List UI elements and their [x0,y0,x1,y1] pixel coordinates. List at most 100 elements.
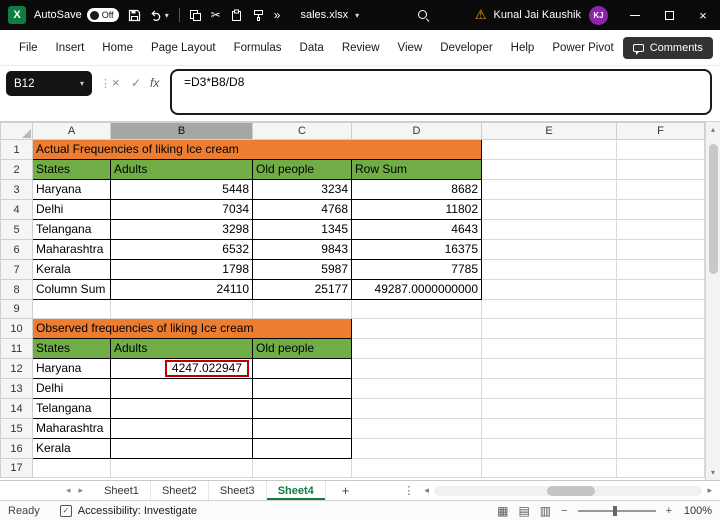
undo-icon[interactable]: ▾ [150,9,169,22]
cell-D7[interactable]: 7785 [351,259,482,280]
cell-A13[interactable]: Delhi [32,378,111,399]
cell-F2[interactable] [616,159,705,180]
cell-E8[interactable] [481,279,617,300]
ribbon-tab-data[interactable]: Data [291,30,333,66]
accessibility-status[interactable]: Accessibility: Investigate [78,505,197,517]
cell-F17[interactable] [616,458,705,478]
cell-C17[interactable] [252,458,352,478]
scroll-left-icon[interactable]: ◂ [424,485,429,496]
cell-D17[interactable] [351,458,482,478]
column-header-D[interactable]: D [351,122,482,140]
row-header-16[interactable]: 16 [0,438,33,459]
sheet-nav-left-icon[interactable]: ◂ [66,485,71,496]
user-name[interactable]: Kunal Jai Kaushik [494,9,581,21]
cell-B17[interactable] [110,458,253,478]
cell-C2[interactable]: Old people [252,159,352,180]
ribbon-overflow-icon[interactable]: » [274,9,281,21]
row-header-6[interactable]: 6 [0,239,33,260]
cell-A2[interactable]: States [32,159,111,180]
row-header-10[interactable]: 10 [0,318,33,339]
ribbon-tab-file[interactable]: File [10,30,47,66]
cell-D8[interactable]: 49287.0000000000 [351,279,482,300]
cell-E16[interactable] [481,438,617,459]
cell-F1[interactable] [616,139,705,160]
cell-F16[interactable] [616,438,705,459]
row-header-15[interactable]: 15 [0,418,33,439]
ribbon-tab-help[interactable]: Help [502,30,544,66]
cell-C7[interactable]: 5987 [252,259,352,280]
cell-F12[interactable] [616,358,705,379]
cell-B13[interactable] [110,378,253,399]
cell-E2[interactable] [481,159,617,180]
ribbon-tab-view[interactable]: View [389,30,432,66]
zoom-in-button[interactable]: + [666,505,672,517]
column-header-F[interactable]: F [616,122,705,140]
cell-E11[interactable] [481,338,617,359]
cell-F10[interactable] [616,318,705,339]
cell-E10[interactable] [481,318,617,339]
cell-A8[interactable]: Column Sum [32,279,111,300]
sheet-tab-sheet3[interactable]: Sheet3 [209,481,267,500]
name-box[interactable]: B12 ▾ [6,71,92,96]
cell-B2[interactable]: Adults [110,159,253,180]
cell-A16[interactable]: Kerala [32,438,111,459]
cancel-entry-icon[interactable]: × [112,75,120,90]
column-header-E[interactable]: E [481,122,617,140]
cell-E12[interactable] [481,358,617,379]
cell-B15[interactable] [110,418,253,439]
cell-F5[interactable] [616,219,705,240]
ribbon-tab-review[interactable]: Review [333,30,389,66]
cell-E6[interactable] [481,239,617,260]
cell-D14[interactable] [351,398,482,419]
zoom-slider[interactable] [577,505,656,516]
minimize-button[interactable] [618,0,652,30]
sheet-options-icon[interactable]: ⋮ [403,484,414,497]
cell-D10[interactable] [351,318,482,339]
ribbon-tab-page-layout[interactable]: Page Layout [142,30,225,66]
cell-B12[interactable]: 4247.022947 [110,358,253,379]
cell-F4[interactable] [616,199,705,220]
cell-B5[interactable]: 3298 [110,219,253,240]
cell-C13[interactable] [252,378,352,399]
page-break-view-icon[interactable]: ▥ [540,505,551,517]
cell-D3[interactable]: 8682 [351,179,482,200]
cell-A12[interactable]: Haryana [32,358,111,379]
horizontal-scroll-track[interactable] [433,485,703,496]
cell-E14[interactable] [481,398,617,419]
cell-B3[interactable]: 5448 [110,179,253,200]
row-header-12[interactable]: 12 [0,358,33,379]
save-icon[interactable] [128,9,141,22]
close-button[interactable]: × [686,0,720,30]
cell-E17[interactable] [481,458,617,478]
autosave-switch[interactable]: Off [86,8,119,22]
cell-C12[interactable] [252,358,352,379]
cell-E4[interactable] [481,199,617,220]
user-avatar[interactable]: KJ [589,5,608,25]
cell-E13[interactable] [481,378,617,399]
add-sheet-button[interactable]: + [342,483,350,498]
cell-A6[interactable]: Maharashtra [32,239,111,260]
zoom-slider-thumb[interactable] [612,505,617,516]
copy-icon[interactable] [189,9,202,22]
vertical-scroll-thumb[interactable] [709,144,718,274]
cell-A15[interactable]: Maharashtra [32,418,111,439]
cell-F14[interactable] [616,398,705,419]
cell-D13[interactable] [351,378,482,399]
cell-C9[interactable] [252,299,352,319]
cell-D6[interactable]: 16375 [351,239,482,260]
sheet-tab-sheet1[interactable]: Sheet1 [93,481,151,500]
row-header-1[interactable]: 1 [0,139,33,160]
cell-D9[interactable] [351,299,482,319]
formula-input[interactable]: =D3*B8/D8 [170,69,712,115]
cell-A1[interactable]: Actual Frequencies of liking Ice cream [32,139,482,160]
cell-C15[interactable] [252,418,352,439]
comments-button[interactable]: Comments [622,36,713,59]
row-header-9[interactable]: 9 [0,299,33,319]
row-header-8[interactable]: 8 [0,279,33,300]
excel-logo-icon[interactable]: X [8,6,26,24]
cell-E9[interactable] [481,299,617,319]
ribbon-tab-developer[interactable]: Developer [431,30,501,66]
cell-C4[interactable]: 4768 [252,199,352,220]
column-header-B[interactable]: B [110,122,253,140]
vertical-scrollbar[interactable]: ▴ ▾ [705,122,720,480]
